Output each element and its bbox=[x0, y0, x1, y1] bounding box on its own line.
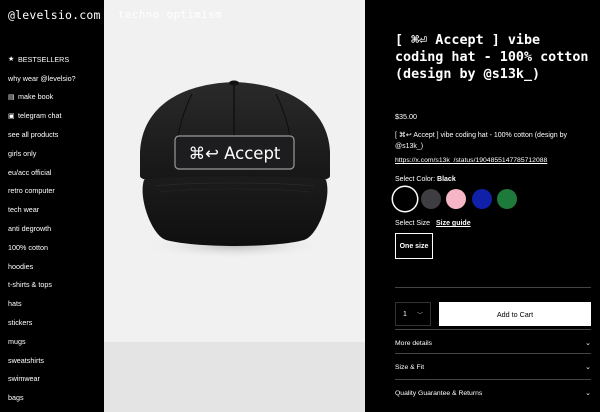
color-swatch[interactable] bbox=[395, 189, 415, 209]
sidebar-item[interactable]: eu/acc official bbox=[8, 163, 102, 182]
accordion-label: More details bbox=[395, 339, 433, 347]
sidebar-item-label: why wear @levelsio? bbox=[8, 73, 76, 83]
book-icon: ▤ bbox=[8, 93, 15, 101]
brand-logo[interactable]: @levelsio.com bbox=[8, 8, 101, 22]
sidebar-item[interactable]: hats bbox=[8, 294, 102, 313]
star-icon: ★ bbox=[8, 56, 15, 64]
sidebar-item[interactable]: ▣ telegram chat bbox=[8, 106, 102, 125]
image-bottom-strip bbox=[104, 342, 365, 412]
accordion-item[interactable]: Quality Guarantee & Returns ⌄ bbox=[395, 381, 591, 405]
divider bbox=[395, 353, 591, 354]
color-swatch[interactable] bbox=[471, 189, 492, 209]
sidebar-item-label: retro computer bbox=[8, 186, 55, 196]
accordion-item[interactable]: More details ⌄ bbox=[395, 331, 591, 355]
sidebar-item[interactable]: why wear @levelsio? bbox=[8, 69, 102, 88]
sidebar-item[interactable]: sweatshirts bbox=[8, 351, 102, 370]
sidebar-item-label: hoodies bbox=[8, 261, 34, 271]
tagline: techno optimism bbox=[118, 8, 222, 21]
quantity-value: 1 bbox=[403, 310, 407, 318]
sidebar-item-label: make book bbox=[18, 92, 54, 102]
sidebar-nav: ★ BESTSELLERS why wear @levelsio? ▤ make boo… bbox=[8, 50, 102, 412]
design-link[interactable]: https://x.com/s13k_/status/1904855147785… bbox=[395, 157, 547, 164]
product-description: [ ⌘↩ Accept ] vibe coding hat - 100% cot… bbox=[395, 132, 568, 150]
accordion-item[interactable]: Size & Fit ⌄ bbox=[395, 355, 591, 379]
svg-text:⌘↩ Accept: ⌘↩ Accept bbox=[189, 144, 281, 163]
sidebar-item-label: 100% cotton bbox=[8, 242, 48, 252]
product-price: $35.00 bbox=[395, 112, 417, 121]
size-label-text: Select Size bbox=[395, 220, 431, 227]
size-option-button[interactable]: One size bbox=[395, 233, 433, 259]
selected-color: Black bbox=[437, 176, 456, 183]
sidebar-item[interactable]: bags bbox=[8, 388, 102, 407]
add-to-cart-button[interactable]: Add to Cart bbox=[439, 302, 591, 326]
sidebar-item-label: sweatshirts bbox=[8, 355, 44, 365]
chevron-down-icon: ⌄ bbox=[585, 340, 591, 347]
sidebar-item[interactable]: tech wear bbox=[8, 200, 102, 219]
color-swatches bbox=[395, 189, 523, 209]
sidebar-item-label: t-shirts & tops bbox=[8, 280, 52, 290]
divider bbox=[395, 287, 591, 288]
hat-image: ⌘↩ Accept bbox=[140, 80, 330, 259]
color-swatch[interactable] bbox=[497, 189, 517, 209]
accordion-label: Size & Fit bbox=[395, 363, 425, 371]
sidebar-item-label: see all products bbox=[8, 130, 59, 140]
size-label: Select Size Size guide bbox=[395, 220, 471, 227]
size-guide-link[interactable]: Size guide bbox=[436, 220, 471, 227]
chevron-down-icon: ﹀ bbox=[416, 312, 423, 319]
divider bbox=[395, 329, 591, 330]
sidebar-item-label: swimwear bbox=[8, 374, 40, 384]
chevron-down-icon: ⌄ bbox=[585, 364, 591, 371]
sidebar-item-label: stickers bbox=[8, 318, 33, 328]
sidebar-item-label: mugs bbox=[8, 336, 26, 346]
accordion-label: Quality Guarantee & Returns bbox=[395, 389, 483, 397]
divider bbox=[395, 379, 591, 380]
sidebar-item[interactable]: stickers bbox=[8, 313, 102, 332]
quantity-select[interactable]: 1 ﹀ bbox=[395, 302, 431, 326]
sidebar-item[interactable]: swimwear bbox=[8, 370, 102, 389]
sidebar-item[interactable]: ★ BESTSELLERS bbox=[8, 50, 102, 69]
color-label-text: Select Color: bbox=[395, 176, 436, 183]
color-label: Select Color: Black bbox=[395, 176, 456, 183]
sidebar-item[interactable]: ▤ make book bbox=[8, 88, 102, 107]
sidebar: ★ BESTSELLERS why wear @levelsio? ▤ make boo… bbox=[0, 0, 104, 412]
chevron-down-icon: ⌄ bbox=[585, 390, 591, 397]
sidebar-item[interactable]: 100% cotton bbox=[8, 238, 102, 257]
sidebar-item[interactable]: mugs bbox=[8, 332, 102, 351]
product-image[interactable]: ⌘↩ Accept bbox=[104, 0, 365, 412]
sidebar-item-label: bags bbox=[8, 393, 24, 403]
sidebar-item-label: girls only bbox=[8, 148, 37, 158]
telegram-icon: ▣ bbox=[8, 112, 15, 120]
sidebar-item[interactable]: girls only bbox=[8, 144, 102, 163]
sidebar-item[interactable]: anti degrowth bbox=[8, 219, 102, 238]
color-swatch[interactable] bbox=[446, 189, 466, 209]
sidebar-item[interactable]: hoodies bbox=[8, 257, 102, 276]
sidebar-item-label: anti degrowth bbox=[8, 224, 52, 234]
color-swatch[interactable] bbox=[420, 189, 441, 209]
product-title: [ ⌘⏎ Accept ] vibe coding hat - 100% cot… bbox=[395, 33, 589, 82]
sidebar-item[interactable]: t-shirts & tops bbox=[8, 276, 102, 295]
sidebar-item-label: hats bbox=[8, 299, 22, 309]
sidebar-item-label: tech wear bbox=[8, 205, 40, 215]
sidebar-item-label: eu/acc official bbox=[8, 167, 52, 177]
sidebar-item-label: telegram chat bbox=[18, 111, 62, 121]
product-details: [ ⌘⏎ Accept ] vibe coding hat - 100% cot… bbox=[365, 0, 600, 412]
sidebar-item[interactable]: see all products bbox=[8, 125, 102, 144]
sidebar-item-label: BESTSELLERS bbox=[18, 54, 70, 64]
sidebar-item[interactable]: #indiehacker bbox=[8, 407, 102, 412]
sidebar-item[interactable]: retro computer bbox=[8, 182, 102, 201]
